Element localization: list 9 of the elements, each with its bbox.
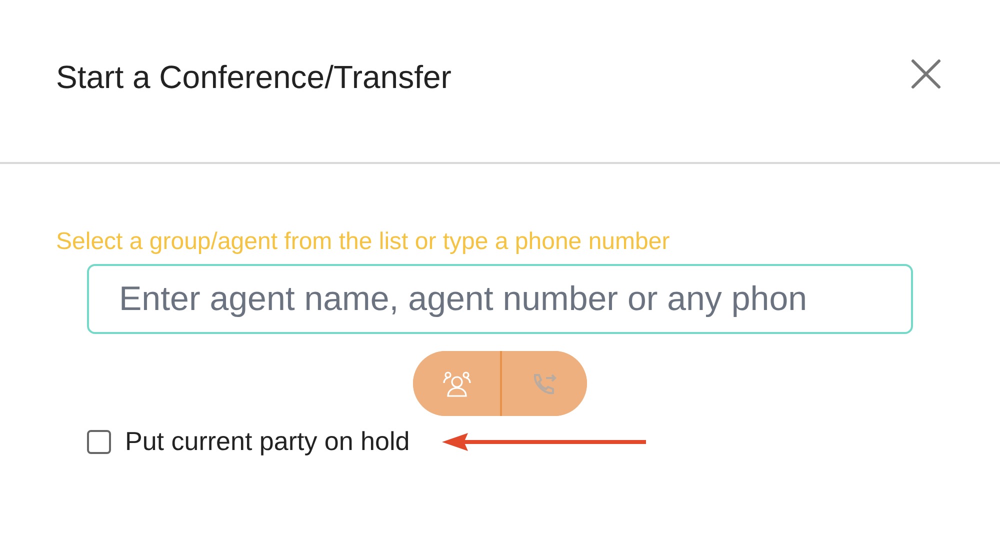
dialog-title: Start a Conference/Transfer [56,58,452,96]
close-icon [910,58,942,90]
search-field[interactable]: Enter agent name, agent number or any phon [87,264,913,334]
checkbox[interactable] [87,430,111,454]
phone-arrow-icon [532,372,558,396]
instruction-text: Select a group/agent from the list or type a phone number [56,227,671,257]
checkbox-label[interactable]: Put current party on hold [125,426,410,457]
close-button[interactable] [910,58,942,90]
people-icon [442,370,470,396]
